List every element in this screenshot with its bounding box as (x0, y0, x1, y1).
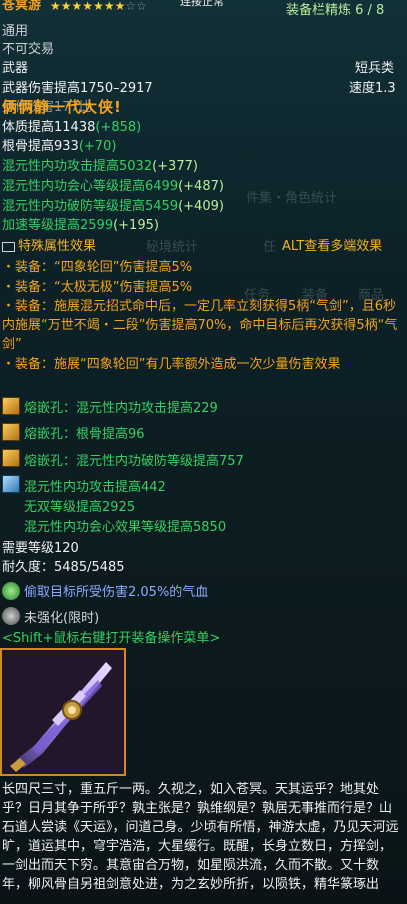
strengthen-icon (2, 607, 20, 625)
special-effects-title: 特殊属性效果 (2, 237, 96, 256)
attribute-haste: 加速等级提高2599(+195) (2, 218, 159, 233)
attribute-spirit: 根骨提高933(+70) (2, 139, 117, 154)
attribute-pierce: 混元性内功破防等级提高5459(+409) (2, 199, 224, 214)
star-empty-icon: ☆ (125, 0, 137, 13)
five-stone-line-1: 混元性内功攻击提高442 (24, 480, 166, 495)
item-description: 长四尺三寸，重五斤一两。久视之，如入苍冥。天其运乎？地其处乎？日月其争于所乎？孰… (2, 782, 399, 892)
connection-status: 连接正常 (180, 0, 224, 8)
star-filled-icon: ★ (114, 0, 126, 13)
monitor-icon (2, 241, 15, 252)
strengthen-status: 未强化(限时) (24, 611, 100, 626)
alt-hint: ALT查看多端效果 (282, 239, 383, 254)
enchant-effect: 偷取目标所受伤害2.05%的气血 (24, 585, 209, 600)
special-effect-3: ・装备：施展混元招式命中后，一定几率立刻获得5柄“气剑”，且6秒内施展“万世不竭… (2, 299, 398, 352)
bg-label-collection: 件集・角色统计 (246, 191, 338, 206)
weapon-damage: 武器伤害提高1750–2917 (2, 81, 153, 96)
enchant-gem-icon (2, 582, 20, 600)
attribute-attack: 混元性内功攻击提高5032(+377) (2, 159, 198, 174)
special-effect-4: ・装备：施展“四象轮回”有几率额外造成一次少量伤害效果 (2, 357, 341, 372)
star-filled-icon: ★ (71, 0, 83, 13)
gold-gem-icon (2, 397, 20, 415)
socket-3: 熔嵌孔：混元性内功破防等级提高757 (24, 454, 244, 469)
attribute-constitution: 体质提高11438(+858) (2, 120, 142, 135)
bg-label-misc: 任 (263, 240, 277, 255)
refine-level: 装备栏精炼 6 / 8 (286, 3, 385, 18)
five-stone-line-2: 无双等级提高2925 (24, 500, 136, 515)
attack-speed: 速度1.3 (349, 81, 396, 96)
socket-1: 熔嵌孔：混元性内功攻击提高229 (24, 401, 218, 416)
attribute-crit: 混元性内功会心等级提高6499(+487) (2, 179, 224, 194)
bg-label-dungeon-stats: 秘境统计 (146, 240, 199, 255)
durability: 耐久度：5485/5485 (2, 560, 125, 575)
star-rating: ★★★★★★★☆☆ (50, 0, 147, 16)
star-filled-icon: ★ (50, 0, 61, 13)
overlay-title: 俩俩静一代大侠! (2, 98, 122, 116)
equipment-slot: 武器 (2, 61, 29, 76)
item-name: 苍冥游 (2, 0, 42, 13)
star-filled-icon: ★ (103, 0, 115, 13)
star-filled-icon: ★ (93, 0, 104, 13)
gold-gem-icon (2, 423, 20, 441)
five-stone-line-3: 混元性内功会心效果等级提高5850 (24, 520, 227, 535)
special-effect-2: ・装备：“太极无极”伤害提高5% (2, 280, 193, 295)
star-empty-icon: ☆ (136, 0, 147, 13)
socket-2: 熔嵌孔：根骨提高96 (24, 427, 145, 442)
weapon-image (0, 648, 126, 776)
blue-crystal-icon (2, 475, 20, 493)
gold-gem-icon (2, 449, 20, 467)
binding-type: 通用 (2, 24, 29, 39)
special-effect-1: ・装备：“四象轮回”伤害提高5% (2, 260, 193, 275)
shortcut-hint: <Shift+鼠标右键打开装备操作菜单> (2, 631, 221, 646)
trade-restriction: 不可交易 (2, 42, 55, 57)
star-filled-icon: ★ (82, 0, 94, 13)
sword-icon (2, 650, 124, 774)
star-filled-icon: ★ (60, 0, 72, 13)
required-level: 需要等级120 (2, 541, 79, 556)
weapon-type: 短兵类 (355, 61, 395, 76)
